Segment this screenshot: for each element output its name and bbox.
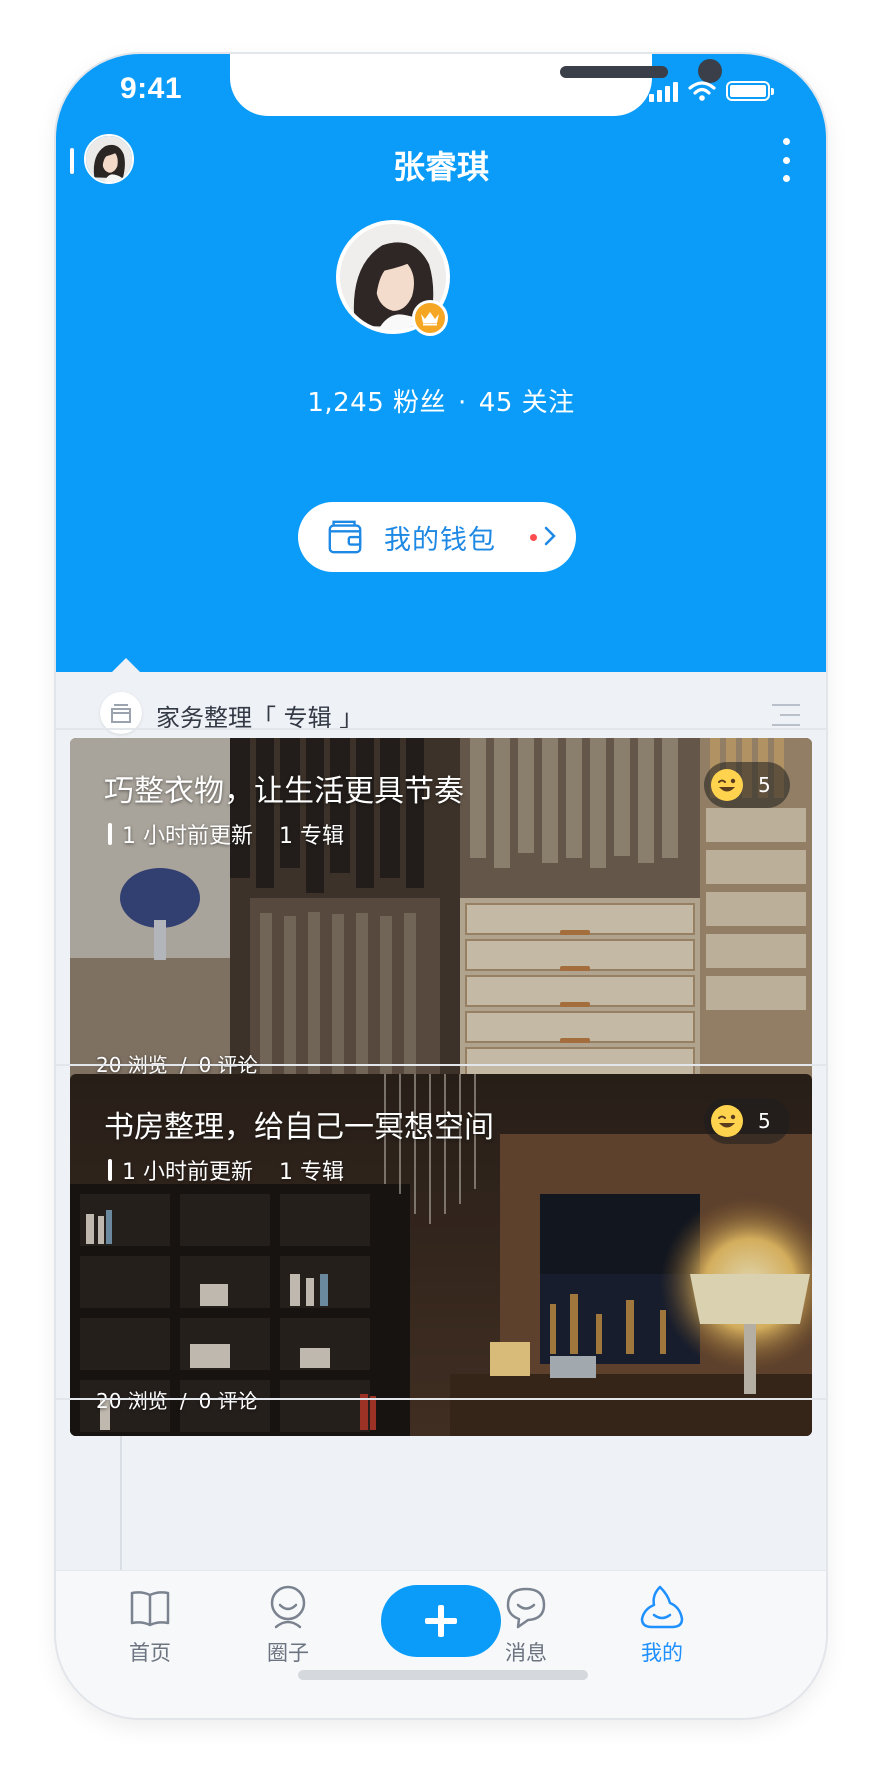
- wallet-button[interactable]: 我的钱包: [298, 502, 576, 572]
- follow-stats: 1,245 粉丝 · 45 关注: [56, 382, 826, 419]
- battery-icon: [726, 81, 774, 101]
- wink-emoji-icon: [711, 769, 743, 801]
- card-title: 巧整衣物，让生活更具节奏: [104, 774, 464, 809]
- following-count[interactable]: 45 关注: [479, 388, 575, 418]
- views-count: 20 浏览: [96, 1389, 168, 1413]
- tab-circle[interactable]: 圈子: [238, 1583, 338, 1667]
- tab-home[interactable]: 首页: [100, 1583, 200, 1667]
- tab-label: 首页: [129, 1641, 171, 1665]
- like-count: 5: [758, 1109, 771, 1133]
- tab-label: 圈子: [267, 1641, 309, 1665]
- phone-screen: 9:41 张睿琪 1,245 粉丝 · 45 关注 我的钱包 家务整理「 专辑 …: [56, 54, 826, 1718]
- like-count: 5: [758, 773, 771, 797]
- profile-drop-icon: [640, 1585, 684, 1629]
- book-icon: [130, 1591, 170, 1627]
- card-meta: 1 小时前更新 1 专辑: [108, 818, 344, 850]
- card-title: 书房整理，给自己一冥想空间: [104, 1110, 494, 1145]
- status-time: 9:41: [120, 72, 183, 105]
- divider: [56, 1064, 826, 1066]
- more-options-icon[interactable]: [782, 138, 790, 182]
- pointer-tip: [112, 658, 140, 672]
- circle-user-icon: [270, 1585, 306, 1629]
- followers-count[interactable]: 1,245 粉丝: [307, 388, 446, 418]
- stats-separator: ·: [458, 388, 467, 418]
- like-button[interactable]: 5: [704, 1098, 790, 1144]
- tab-me[interactable]: 我的: [612, 1583, 712, 1667]
- home-indicator: [298, 1670, 588, 1680]
- tab-messages[interactable]: 消息: [476, 1583, 576, 1667]
- page-title: 张睿琪: [392, 148, 489, 186]
- album-count: 1 专辑: [279, 1160, 344, 1185]
- wink-emoji-icon: [711, 1105, 743, 1137]
- notification-dot: [530, 534, 537, 541]
- wallet-label: 我的钱包: [384, 524, 496, 556]
- wifi-icon: [688, 81, 716, 101]
- list-menu-icon[interactable]: [772, 704, 800, 726]
- speaker: [560, 66, 668, 78]
- notch: [230, 54, 722, 116]
- wallet-icon: [328, 520, 362, 554]
- crown-badge-icon: [412, 300, 448, 336]
- status-icons: [649, 80, 774, 102]
- tab-label: 消息: [505, 1641, 547, 1665]
- card-meta: 1 小时前更新 1 专辑: [108, 1154, 344, 1186]
- top-nav: 张睿琪: [56, 124, 826, 194]
- update-time: 1 小时前更新: [122, 824, 253, 849]
- divider: [56, 728, 826, 730]
- divider: [56, 1398, 826, 1400]
- chevron-right-icon: [544, 526, 556, 546]
- stats-slash: /: [179, 1389, 187, 1413]
- like-button[interactable]: 5: [704, 762, 790, 808]
- plus-icon: [425, 1605, 457, 1637]
- tab-label: 我的: [641, 1641, 683, 1665]
- update-time: 1 小时前更新: [122, 1160, 253, 1185]
- bottom-tab-bar: 首页 圈子 消息 我的: [56, 1570, 826, 1718]
- comments-count: 0 评论: [198, 1389, 258, 1413]
- post-card[interactable]: 书房整理，给自己一冥想空间 1 小时前更新 1 专辑 5 20 浏览 / 0 评论: [70, 1074, 812, 1436]
- signal-icon: [649, 80, 678, 102]
- album-count: 1 专辑: [279, 824, 344, 849]
- post-card[interactable]: 巧整衣物，让生活更具节奏 1 小时前更新 1 专辑 5 20 浏览/0 评论: [70, 738, 812, 1100]
- chat-bubble-icon: [506, 1587, 546, 1629]
